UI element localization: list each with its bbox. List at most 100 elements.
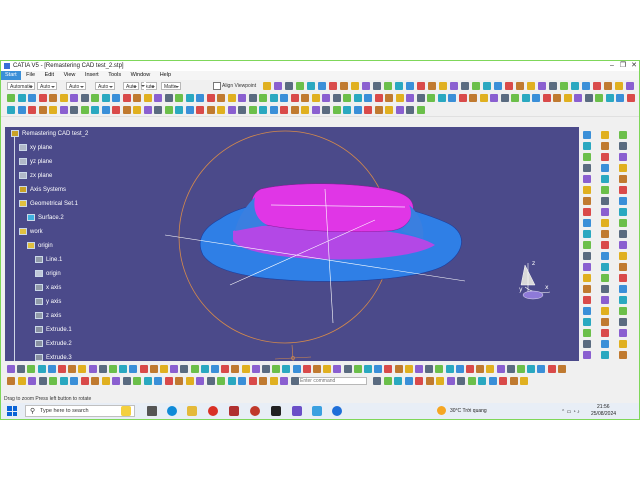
side-tool-icon[interactable] xyxy=(619,186,627,194)
toolbar-tool-icon[interactable] xyxy=(458,94,467,102)
toolbar-tool-icon[interactable] xyxy=(505,82,513,90)
toolbar-tool-icon[interactable] xyxy=(80,377,89,385)
toolbar-tool-icon[interactable] xyxy=(616,94,624,102)
toolbar-tool-icon[interactable] xyxy=(185,106,194,114)
toolbar-tool-icon[interactable] xyxy=(311,94,320,102)
toolbar-tool-icon[interactable] xyxy=(78,365,87,373)
tree-node[interactable]: zx plane xyxy=(19,171,52,181)
toolbar-tool-icon[interactable] xyxy=(227,106,236,114)
side-tool-icon[interactable] xyxy=(619,208,627,216)
toolbar-tool-icon[interactable] xyxy=(263,82,271,90)
toolbar-tool-icon[interactable] xyxy=(98,365,107,373)
side-tool-icon[interactable] xyxy=(601,241,609,249)
toolbar-tool-icon[interactable] xyxy=(574,94,582,102)
toolbar-tool-icon[interactable] xyxy=(450,82,458,90)
toolbar-tool-icon[interactable] xyxy=(496,365,505,373)
app-icon-round[interactable] xyxy=(332,406,342,416)
menu-tools[interactable]: Tools xyxy=(104,71,125,80)
toolbar-tool-icon[interactable] xyxy=(17,377,26,385)
tree-node[interactable]: x axis xyxy=(35,283,61,293)
toolbar-tool-icon[interactable] xyxy=(436,377,444,385)
edge-icon[interactable] xyxy=(167,406,177,416)
toolbar-tool-icon[interactable] xyxy=(499,377,507,385)
toolbar-tool-icon[interactable] xyxy=(112,94,120,102)
toolbar-tool-icon[interactable] xyxy=(251,365,260,373)
minimize-button[interactable]: – xyxy=(607,61,617,71)
side-tool-icon[interactable] xyxy=(619,230,627,238)
side-tool-icon[interactable] xyxy=(601,307,609,315)
task-view-icon[interactable] xyxy=(147,406,157,416)
chrome-icon[interactable] xyxy=(208,406,218,416)
menu-view[interactable]: View xyxy=(60,71,80,80)
toolbar-tool-icon[interactable] xyxy=(406,82,414,90)
toolbar-tool-icon[interactable] xyxy=(154,377,162,385)
side-tool-icon[interactable] xyxy=(619,175,627,183)
toolbar-tool-icon[interactable] xyxy=(384,82,392,90)
side-tool-icon[interactable] xyxy=(583,219,591,227)
side-tool-icon[interactable] xyxy=(583,186,591,194)
toolbar-tool-icon[interactable] xyxy=(332,94,341,102)
toolbar-tool-icon[interactable] xyxy=(70,377,78,385)
toolbar-tool-icon[interactable] xyxy=(549,82,557,90)
toolbar-tool-icon[interactable] xyxy=(292,365,301,373)
toolbar-tool-icon[interactable] xyxy=(274,82,282,90)
toolbar-tool-icon[interactable] xyxy=(527,82,535,90)
side-tool-icon[interactable] xyxy=(619,153,627,161)
toolbar-tool-icon[interactable] xyxy=(373,82,381,90)
side-tool-icon[interactable] xyxy=(583,307,591,315)
toolbar-tool-icon[interactable] xyxy=(395,94,404,102)
toolbar-tool-icon[interactable] xyxy=(175,94,183,102)
toolbar-tool-icon[interactable] xyxy=(143,94,152,102)
toolbar-tool-icon[interactable] xyxy=(322,94,330,102)
toolbar-tool-icon[interactable] xyxy=(248,94,257,102)
toolbar-tool-icon[interactable] xyxy=(296,82,304,90)
toolbar-tool-icon[interactable] xyxy=(374,365,383,373)
toolbar-tool-icon[interactable] xyxy=(538,82,546,90)
toolbar-tool-icon[interactable] xyxy=(7,365,15,373)
toolbar-tool-icon[interactable] xyxy=(122,377,131,385)
toolbar-tool-icon[interactable] xyxy=(383,377,392,385)
toolbar-tool-icon[interactable] xyxy=(560,82,568,90)
toolbar-tool-icon[interactable] xyxy=(563,94,572,102)
toolbar-tool-icon[interactable] xyxy=(196,377,204,385)
side-tool-icon[interactable] xyxy=(619,142,627,150)
toolbar-tool-icon[interactable] xyxy=(70,94,78,102)
toolbar-tool-icon[interactable] xyxy=(417,82,425,90)
toolbar-tool-icon[interactable] xyxy=(353,94,362,102)
toolbar-tool-icon[interactable] xyxy=(537,365,546,373)
side-tool-icon[interactable] xyxy=(619,131,627,139)
toolbar-tool-icon[interactable] xyxy=(571,82,579,90)
side-tool-icon[interactable] xyxy=(619,307,627,315)
toolbar-tool-icon[interactable] xyxy=(322,106,330,114)
side-tool-icon[interactable] xyxy=(619,351,627,359)
toolbar-tool-icon[interactable] xyxy=(435,365,444,373)
toolbar-tool-icon[interactable] xyxy=(478,377,486,385)
toolbar-tool-icon[interactable] xyxy=(217,106,225,114)
side-tool-icon[interactable] xyxy=(583,164,591,172)
toolbar-tool-icon[interactable] xyxy=(466,365,474,373)
toolbar-tool-icon[interactable] xyxy=(7,106,15,114)
toolbar-tool-icon[interactable] xyxy=(527,365,536,373)
toolbar-tool-icon[interactable] xyxy=(343,106,351,114)
toolbar-tool-icon[interactable] xyxy=(101,106,110,114)
toolbar-tool-icon[interactable] xyxy=(472,82,480,90)
toolbar-tool-icon[interactable] xyxy=(269,106,278,114)
toolbar-tool-icon[interactable] xyxy=(313,365,321,373)
side-tool-icon[interactable] xyxy=(583,263,591,271)
toolbar-tool-icon[interactable] xyxy=(101,94,110,102)
toolbar-tool-icon[interactable] xyxy=(333,365,342,373)
toolbar-tool-icon[interactable] xyxy=(467,377,476,385)
tree-node[interactable]: Remastering CAD test_2 xyxy=(11,129,88,139)
toolbar-tool-icon[interactable] xyxy=(259,94,267,102)
maximize-button[interactable]: ❐ xyxy=(618,61,628,71)
app-icon-dark[interactable] xyxy=(271,406,281,416)
app-icon-blue[interactable] xyxy=(312,406,322,416)
toolbar-tool-icon[interactable] xyxy=(133,377,141,385)
toolbar-tool-icon[interactable] xyxy=(211,365,219,373)
tree-node[interactable]: Surface.2 xyxy=(27,213,64,223)
toolbar-tool-icon[interactable] xyxy=(290,377,299,385)
side-tool-icon[interactable] xyxy=(601,219,609,227)
widgets-icon[interactable] xyxy=(121,406,131,416)
toolbar-tool-icon[interactable] xyxy=(461,82,469,90)
toolbar-tool-icon[interactable] xyxy=(154,106,162,114)
